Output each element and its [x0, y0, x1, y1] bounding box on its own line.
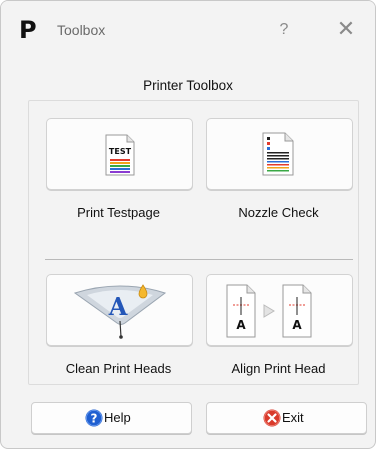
- align-head-icon: A A: [226, 284, 312, 338]
- title-bar: P Toolbox ? ✕: [1, 1, 375, 59]
- group-title: Printer Toolbox: [143, 78, 233, 93]
- test-page-icon-text: TEST: [109, 147, 132, 156]
- clean-print-heads-label: Clean Print Heads: [65, 361, 172, 376]
- svg-text:?: ?: [91, 412, 98, 426]
- nozzle-check-icon: [262, 132, 294, 176]
- close-button[interactable]: ✕: [326, 11, 366, 47]
- window-title: Toolbox: [57, 22, 106, 38]
- svg-text:A: A: [108, 292, 128, 321]
- clean-heads-icon: A: [73, 284, 167, 339]
- align-print-head-label: Align Print Head: [231, 361, 326, 376]
- title-help-button[interactable]: ?: [269, 15, 299, 45]
- nozzle-check-button[interactable]: [206, 118, 353, 190]
- align-head-icon-text-left: A: [236, 318, 246, 332]
- exit-x-icon: [263, 409, 281, 427]
- app-logo-icon: P: [19, 16, 37, 44]
- print-testpage-button[interactable]: TEST: [46, 118, 193, 190]
- print-testpage-label: Print Testpage: [77, 205, 160, 220]
- toolbox-window: P Toolbox ? ✕ Printer Toolbox TEST Print…: [0, 0, 376, 449]
- exit-button-label: Exit: [282, 410, 304, 425]
- align-print-head-button[interactable]: A A: [206, 274, 353, 346]
- help-button[interactable]: ? Help: [31, 402, 192, 434]
- help-button-label: Help: [104, 410, 131, 425]
- help-circle-icon: ?: [85, 409, 103, 427]
- test-page-icon: TEST: [105, 134, 135, 176]
- clean-print-heads-button[interactable]: A: [46, 274, 193, 346]
- exit-button[interactable]: Exit: [206, 402, 367, 434]
- align-head-icon-text-right: A: [292, 318, 302, 332]
- nozzle-check-label: Nozzle Check: [238, 205, 319, 220]
- panel-separator: [45, 259, 353, 260]
